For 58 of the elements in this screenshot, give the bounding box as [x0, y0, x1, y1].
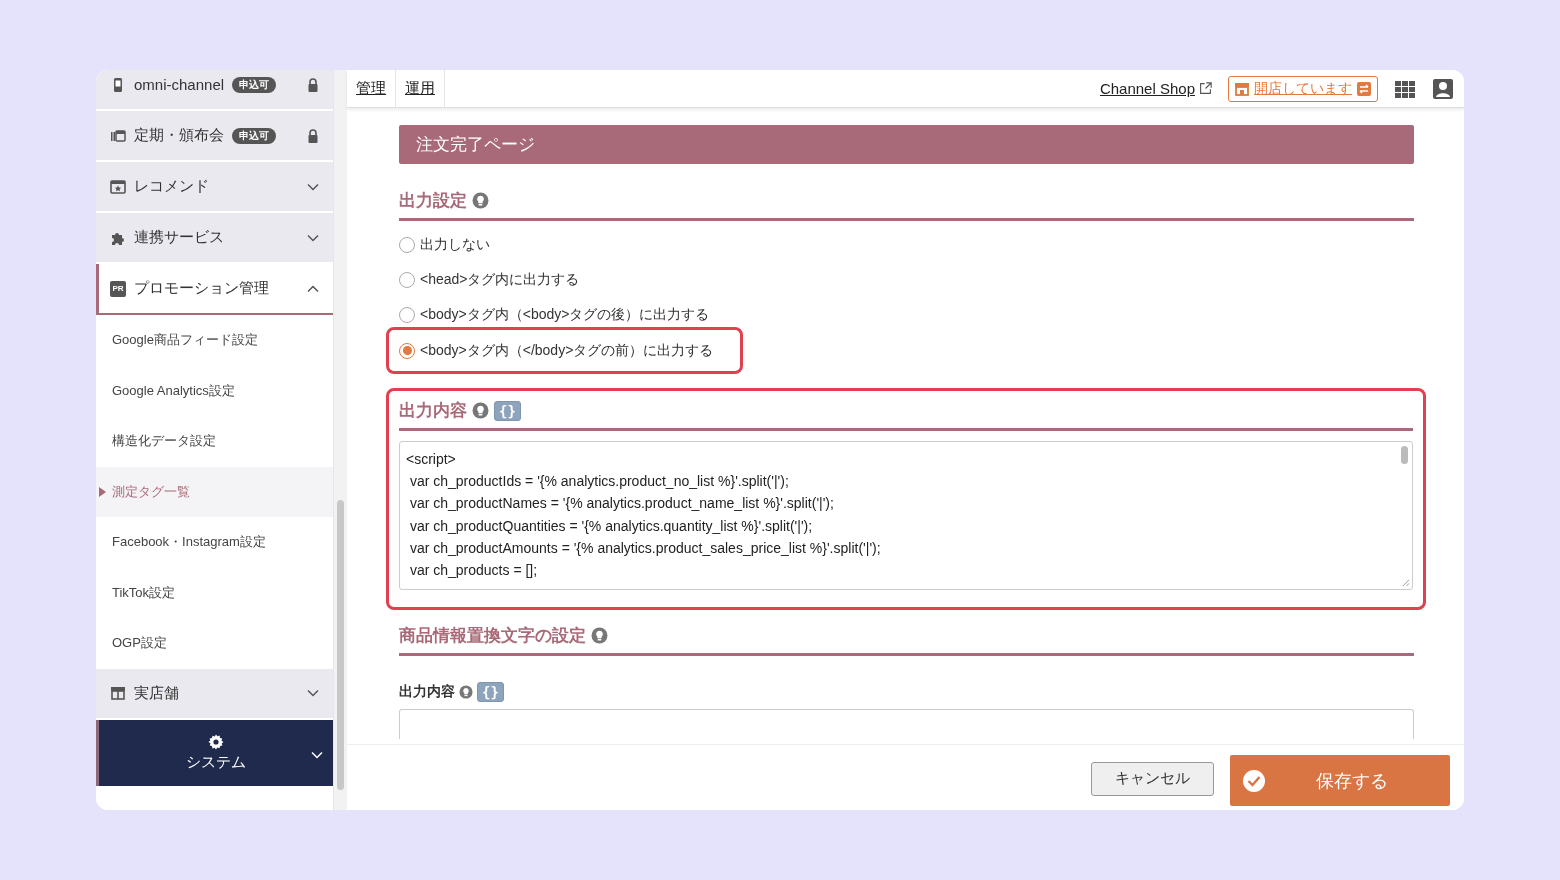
- lightbulb-icon: [591, 627, 608, 644]
- status-badge: 申込可: [232, 127, 276, 144]
- radio-label: <body>タグ内（</body>タグの前）に出力する: [420, 341, 714, 360]
- sidebar-label: 定期・頒布会: [134, 126, 224, 145]
- shop-link[interactable]: Channel Shop: [1099, 80, 1195, 97]
- sidebar-label: プロモーション管理: [134, 279, 269, 298]
- lightbulb-icon: [472, 192, 489, 209]
- store-icon: [110, 685, 126, 701]
- section-title: 出力設定: [399, 190, 467, 212]
- radio-option[interactable]: <body>タグ内（</body>タグの前）に出力する: [386, 327, 744, 374]
- radio-option[interactable]: 出力しない: [399, 233, 490, 257]
- check-icon: [1242, 768, 1266, 793]
- sidebar-label: 測定タグ一覧: [112, 482, 190, 501]
- triangle-icon: [99, 486, 106, 497]
- cancel-button[interactable]: キャンセル: [1091, 761, 1214, 796]
- store-icon: [1234, 80, 1250, 97]
- radio-button[interactable]: [399, 272, 415, 288]
- radio-label: 出力しない: [420, 236, 490, 254]
- sidebar-item[interactable]: 連携サービス: [96, 213, 333, 264]
- star-box-icon: [110, 178, 126, 195]
- lightbulb-icon: [459, 685, 473, 699]
- external-link-icon: [1199, 82, 1212, 95]
- scrollbar[interactable]: [333, 70, 347, 810]
- code-field[interactable]: <script> var ch_productIds = '{% analytics.product_no_list %}'.split('|'); var ch_productNames = '{% analytics.product_name_list %}'.split('|'); var ch_productQuantities = '{% analytics.quantity_list %}'.split('|'); var ch_productAmounts = '{% analytics.product_sales_price_list %}'.split('|'); var ch_products = [];: [399, 441, 1413, 590]
- radio-button[interactable]: [399, 307, 415, 323]
- radio-label: <head>タグ内に出力する: [420, 271, 580, 289]
- nav-tab[interactable]: 運用: [396, 70, 445, 108]
- sidebar-subitem[interactable]: 測定タグ一覧: [96, 466, 333, 517]
- radio-button[interactable]: [399, 237, 415, 253]
- sidebar-label: 連携サービス: [134, 228, 224, 247]
- sidebar-item[interactable]: omni-channel 申込可: [96, 70, 333, 111]
- field-label: 出力内容: [399, 683, 455, 701]
- status-badge: 申込可: [232, 76, 277, 93]
- lightbulb-icon: [472, 402, 489, 419]
- sidebar-label: omni-channel: [134, 76, 225, 93]
- sidebar-label: 実店舗: [134, 683, 179, 703]
- toggle-icon: [1356, 80, 1372, 97]
- page-title: 注文完了ページ: [399, 125, 1414, 164]
- sidebar-section[interactable]: システム: [96, 719, 333, 786]
- user-icon[interactable]: [1432, 77, 1454, 100]
- radio-button[interactable]: [399, 342, 415, 359]
- nav-tab[interactable]: 管理: [347, 70, 396, 108]
- radio-option[interactable]: <body>タグ内（<body>タグの後）に出力する: [399, 303, 710, 327]
- sidebar-item[interactable]: 実店舗: [96, 668, 333, 720]
- sidebar-item[interactable]: レコメンド: [96, 162, 333, 213]
- calendar-icon: [110, 127, 126, 144]
- radio-label: <body>タグ内（<body>タグの後）に出力する: [420, 306, 710, 324]
- sidebar-item[interactable]: PR プロモーション管理: [96, 264, 333, 315]
- resize-handle-icon: [1401, 578, 1410, 587]
- sidebar-item[interactable]: 定期・頒布会 申込可: [96, 111, 333, 162]
- icon-label: PR: [110, 280, 126, 297]
- input-field[interactable]: [399, 709, 1414, 739]
- scrollbar[interactable]: [1401, 446, 1408, 464]
- sidebar-label: システム: [186, 752, 246, 772]
- section-title: 商品情報置換文字の設定: [399, 625, 586, 647]
- section-title: 出力内容: [399, 400, 467, 422]
- sidebar-label: レコメンド: [134, 177, 209, 196]
- radio-option[interactable]: <head>タグ内に出力する: [399, 268, 580, 292]
